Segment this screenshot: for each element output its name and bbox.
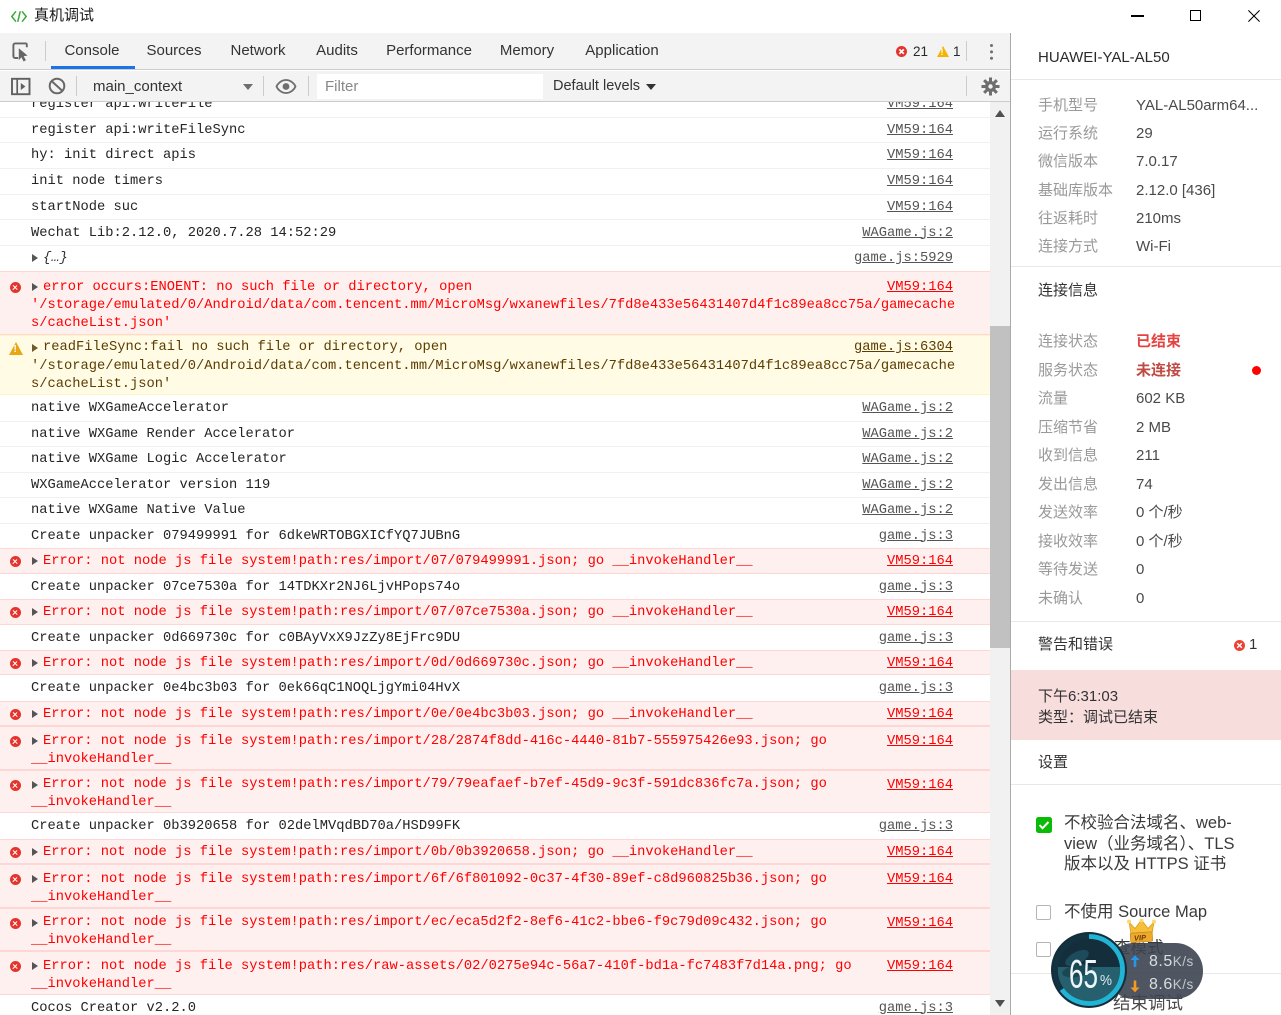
svg-text:65: 65 [1069,953,1098,997]
svg-text:VIP: VIP [1134,933,1148,943]
svg-text:%: % [1100,972,1112,989]
